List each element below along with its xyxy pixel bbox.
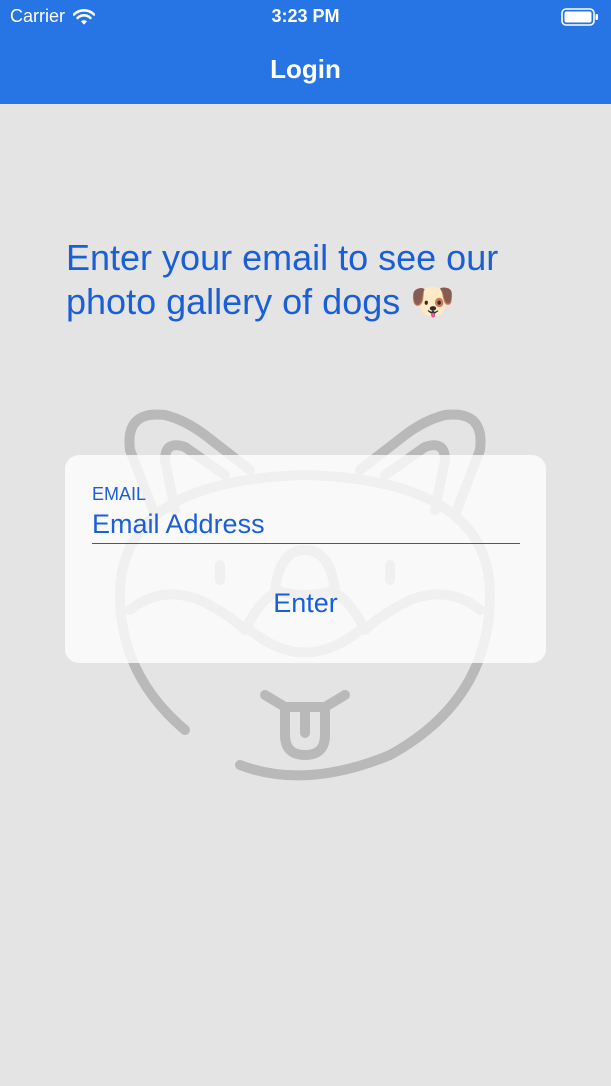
status-bar: Carrier 3:23 PM — [0, 0, 611, 34]
email-field[interactable] — [92, 505, 520, 544]
status-time: 3:23 PM — [271, 6, 340, 26]
login-card: EMAIL Enter — [65, 455, 546, 663]
email-label: EMAIL — [92, 484, 147, 504]
nav-title: Login — [270, 54, 341, 84]
headline: Enter your email to see our photo galler… — [66, 237, 499, 322]
navigation-bar: Login — [0, 34, 611, 104]
enter-button[interactable]: Enter — [65, 583, 546, 623]
battery-icon — [561, 8, 598, 26]
